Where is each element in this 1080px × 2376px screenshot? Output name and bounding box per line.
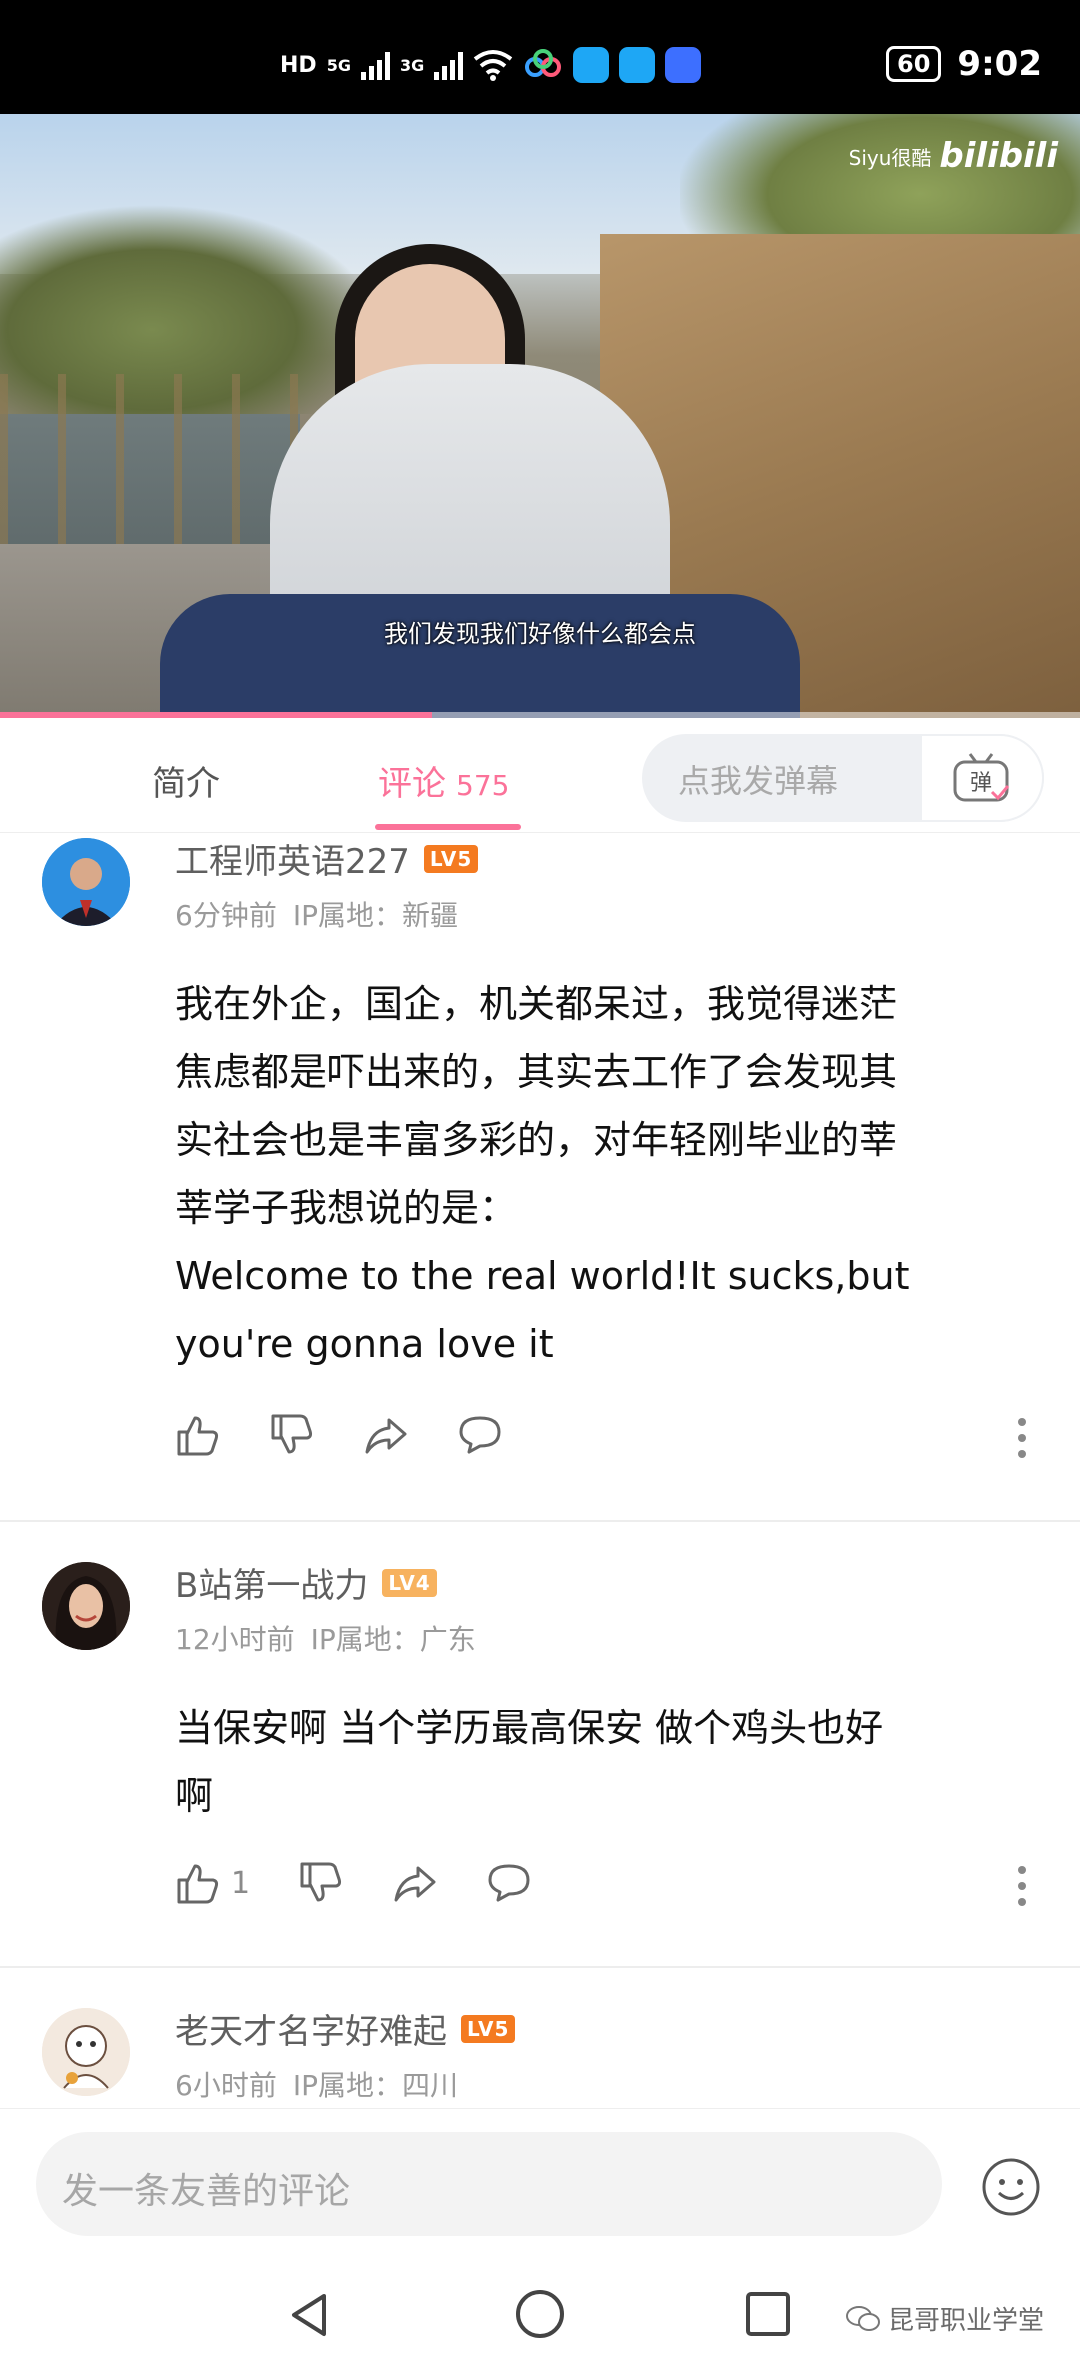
status-right: 60 9:02 xyxy=(886,44,1042,84)
cloud-app-icon xyxy=(525,49,562,77)
avatar-image xyxy=(42,2008,130,2096)
comment-input-placeholder: 发一条友善的评论 xyxy=(62,2171,351,2212)
share-button[interactable] xyxy=(392,1860,438,1906)
signal-icon-2 xyxy=(434,50,464,80)
level-badge: LV4 xyxy=(382,1568,437,1597)
tab-intro[interactable]: 简介 xyxy=(152,756,220,805)
comment-time: 6分钟前 xyxy=(175,899,277,932)
comment-actions xyxy=(175,1412,551,1458)
comment-actions: 1 xyxy=(175,1860,580,1906)
comment-username-row: B站第一战力 LV4 xyxy=(175,1558,437,1607)
like-button[interactable] xyxy=(175,1412,221,1458)
dislike-button[interactable] xyxy=(298,1860,344,1906)
bilibili-logo: bilibili xyxy=(939,136,1058,176)
dislike-button[interactable] xyxy=(269,1412,315,1458)
divider xyxy=(0,1966,1080,1968)
more-options-icon[interactable] xyxy=(1016,1866,1028,1906)
tab-comments[interactable]: 评论 575 xyxy=(378,756,509,805)
level-badge: LV5 xyxy=(423,844,479,873)
comment-bubble-icon xyxy=(459,1416,501,1454)
video-watermark: Siyu很酷 bilibili xyxy=(848,136,1058,176)
danmaku-placeholder: 点我发弹幕 xyxy=(678,762,839,800)
comment-meta: 6小时前 IP属地：四川 xyxy=(175,2064,474,2104)
like-button[interactable]: 1 xyxy=(175,1860,250,1906)
recent-apps-icon[interactable] xyxy=(744,2290,792,2338)
more-options-icon[interactable] xyxy=(1016,1418,1028,1458)
comment-time: 6小时前 xyxy=(175,2069,277,2102)
app-notification-icon-2 xyxy=(619,47,656,83)
share-icon xyxy=(365,1418,407,1454)
like-count: 1 xyxy=(231,1865,251,1901)
comment-username[interactable]: B站第一战力 xyxy=(175,1558,368,1607)
wechat-watermark: 昆哥职业学堂 xyxy=(845,2300,1044,2337)
tab-active-indicator xyxy=(375,824,521,830)
comment-ip: IP属地：新疆 xyxy=(292,899,458,932)
avatar[interactable] xyxy=(42,1562,130,1650)
comment-username-row: 工程师英语227 LV5 xyxy=(175,834,479,883)
app-notification-icon xyxy=(573,47,610,83)
comment-text: 当保安啊 当个学历最高保安 做个鸡头也好 啊 xyxy=(175,1706,884,1818)
status-bar: HD 5G 3G 60 9:02 xyxy=(0,0,1080,114)
thumbs-up-icon xyxy=(177,1864,219,1904)
danmaku-tv-icon: 弹 xyxy=(953,753,1010,802)
thumbs-down-icon xyxy=(300,1862,342,1902)
comment-time: 12小时前 xyxy=(175,1623,295,1656)
comment-text: 我在外企，国企，机关都呆过，我觉得迷茫 焦虑都是吓出来的，其实去工作了会发现其 … xyxy=(175,982,910,1366)
comment-ip: IP属地：四川 xyxy=(292,2069,458,2102)
network-5g-label: 5G xyxy=(326,55,351,75)
share-button[interactable] xyxy=(363,1412,409,1458)
status-icons: HD 5G 3G xyxy=(280,40,702,90)
divider xyxy=(0,1520,1080,1522)
comment-username[interactable]: 工程师英语227 xyxy=(175,834,410,883)
avatar-image xyxy=(42,1562,130,1650)
comment-username[interactable]: 老天才名字好难起 xyxy=(175,2004,447,2053)
comment-meta: 12小时前 IP属地：广东 xyxy=(175,1618,492,1658)
comment-username-row: 老天才名字好难起 LV5 xyxy=(175,2004,516,2053)
thumbs-down-icon xyxy=(271,1414,313,1454)
comment-bubble-icon xyxy=(488,1864,530,1902)
video-subtitle: 我们发现我们好像什么都会点 xyxy=(384,620,696,648)
avatar-image xyxy=(42,838,130,926)
wechat-icon xyxy=(845,2305,880,2331)
home-icon[interactable] xyxy=(514,2288,566,2340)
network-3g-label: 3G xyxy=(399,55,425,75)
avatar[interactable] xyxy=(42,838,130,926)
music-app-icon xyxy=(665,47,702,83)
back-icon[interactable] xyxy=(284,2290,334,2340)
tab-comments-label: 评论 xyxy=(378,764,446,804)
reply-button[interactable] xyxy=(486,1860,532,1906)
battery-icon: 60 xyxy=(886,46,942,82)
wifi-icon xyxy=(473,50,513,81)
reply-button[interactable] xyxy=(457,1412,503,1458)
avatar[interactable] xyxy=(42,2008,130,2096)
level-badge: LV5 xyxy=(461,2014,516,2043)
comment-ip: IP属地：广东 xyxy=(310,1623,476,1656)
video-player[interactable]: Siyu很酷 bilibili 我们发现我们好像什么都会点 xyxy=(0,114,1080,718)
emoji-icon[interactable] xyxy=(980,2156,1042,2218)
comment-meta: 6分钟前 IP属地：新疆 xyxy=(175,894,474,934)
thumbs-up-icon xyxy=(177,1416,219,1456)
clock: 9:02 xyxy=(957,44,1042,84)
hd-indicator: HD xyxy=(280,52,317,78)
share-icon xyxy=(394,1866,436,1902)
comment-count: 575 xyxy=(456,769,510,802)
signal-icon xyxy=(360,50,390,80)
danmaku-icon-char: 弹 xyxy=(970,771,992,796)
